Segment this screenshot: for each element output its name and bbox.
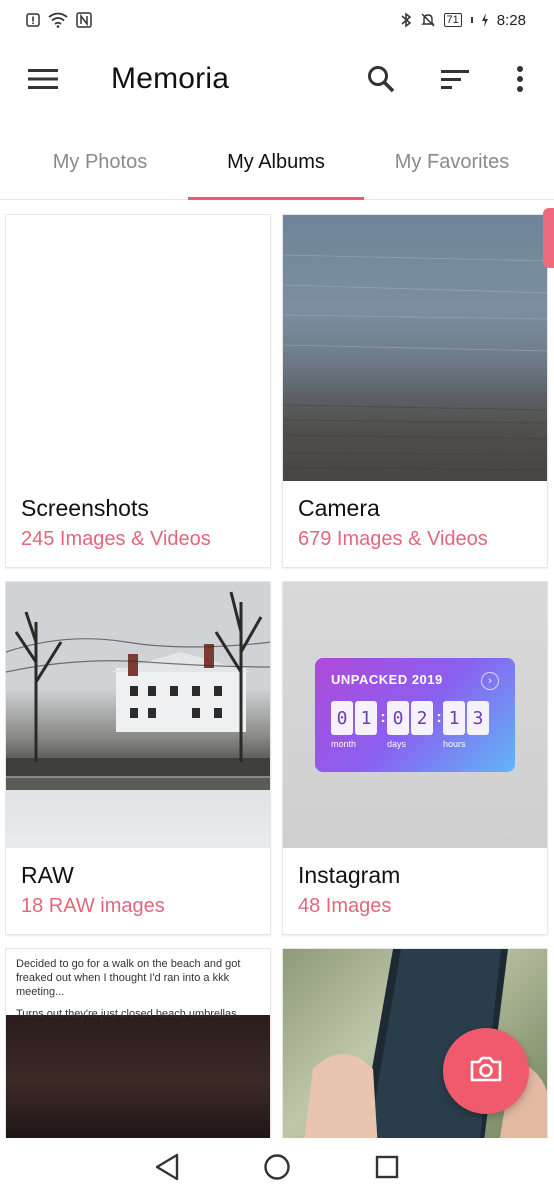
mute-bell-icon bbox=[420, 12, 436, 28]
camera-fab[interactable] bbox=[443, 1028, 529, 1114]
countdown-digit: 3 bbox=[467, 701, 489, 735]
countdown-digit: 1 bbox=[443, 701, 465, 735]
screenshot-text-thumbnail: Decided to go for a walk on the beach an… bbox=[6, 949, 270, 1020]
battery-nub bbox=[470, 17, 473, 23]
chevron-right-icon: › bbox=[481, 672, 499, 690]
tab-my-favorites[interactable]: My Favorites bbox=[364, 124, 540, 200]
thumbnail-text-line: Decided to go for a walk on the beach an… bbox=[16, 958, 241, 998]
bluetooth-icon bbox=[400, 12, 412, 28]
back-button[interactable] bbox=[147, 1149, 187, 1189]
album-card-raw[interactable]: RAW 18 RAW images bbox=[5, 581, 271, 935]
countdown-digits: 0 1 : 0 2 : 1 3 bbox=[331, 701, 499, 735]
night-photo-thumbnail bbox=[6, 1015, 270, 1138]
home-circle-icon bbox=[263, 1153, 291, 1186]
battery-indicator: 71 bbox=[443, 13, 462, 27]
wifi-icon bbox=[48, 12, 68, 28]
tab-bar: My Photos My Albums My Favorites bbox=[0, 124, 554, 200]
album-title: Screenshots bbox=[21, 495, 149, 521]
album-thumbnail bbox=[283, 215, 547, 481]
charging-icon bbox=[481, 13, 489, 27]
grass-texture bbox=[283, 254, 547, 471]
app-title: Memoria bbox=[111, 62, 230, 95]
status-left bbox=[26, 12, 92, 28]
tab-my-photos[interactable]: My Photos bbox=[12, 124, 188, 200]
unit-label: hours bbox=[443, 739, 466, 749]
more-vertical-icon bbox=[516, 65, 524, 98]
recents-button[interactable] bbox=[367, 1149, 407, 1189]
album-count: 48 Images bbox=[298, 895, 392, 917]
countdown-colon: : bbox=[380, 709, 386, 726]
album-thumbnail bbox=[6, 215, 270, 481]
recents-square-icon bbox=[375, 1155, 399, 1184]
side-scroll-tab[interactable] bbox=[543, 208, 554, 268]
unit-label: days bbox=[387, 739, 407, 749]
back-triangle-icon bbox=[154, 1153, 180, 1186]
promo-title: UNPACKED 2019 bbox=[331, 672, 443, 687]
album-title: Instagram bbox=[298, 862, 401, 888]
album-card-instagram[interactable]: UNPACKED 2019 › 0 1 : 0 2 : 1 3 month da… bbox=[282, 581, 548, 935]
album-card-camera[interactable]: Camera 679 Images & Videos bbox=[282, 214, 548, 568]
alert-icon bbox=[26, 13, 40, 27]
more-options-button[interactable] bbox=[502, 62, 538, 100]
album-thumbnail: UNPACKED 2019 › 0 1 : 0 2 : 1 3 month da… bbox=[283, 582, 547, 848]
house-scene bbox=[6, 591, 270, 790]
album-card-partial-left[interactable]: Decided to go for a walk on the beach an… bbox=[5, 948, 271, 1138]
album-info: Camera 679 Images & Videos bbox=[283, 481, 547, 566]
album-count: 18 RAW images bbox=[21, 895, 165, 917]
unit-label: month bbox=[331, 739, 357, 749]
album-count: 245 Images & Videos bbox=[21, 528, 211, 550]
countdown-digit: 1 bbox=[355, 701, 377, 735]
status-time: 8:28 bbox=[496, 11, 526, 29]
camera-icon bbox=[469, 1055, 503, 1088]
thumbnail-text-line: Turns out they're just closed beach umbr… bbox=[16, 1008, 240, 1020]
album-info: RAW 18 RAW images bbox=[6, 848, 270, 933]
home-button[interactable] bbox=[257, 1149, 297, 1189]
battery-level: 71 bbox=[446, 14, 459, 26]
album-grid: Screenshots 245 Images & Videos Camera 6… bbox=[5, 214, 549, 1138]
countdown-units: month days hours bbox=[331, 739, 499, 749]
tab-my-albums[interactable]: My Albums bbox=[188, 124, 364, 200]
album-info: Instagram 48 Images bbox=[283, 848, 547, 933]
system-nav-bar bbox=[0, 1138, 554, 1200]
status-bar: 71 8:28 bbox=[0, 0, 554, 40]
nfc-icon bbox=[76, 12, 92, 28]
album-title: Camera bbox=[298, 495, 380, 521]
album-thumbnail bbox=[6, 582, 270, 848]
status-right: 71 8:28 bbox=[400, 12, 526, 29]
sort-button[interactable] bbox=[436, 62, 474, 100]
countdown-digit: 2 bbox=[411, 701, 433, 735]
menu-icon bbox=[28, 68, 58, 95]
album-title: RAW bbox=[21, 862, 74, 888]
album-card-screenshots[interactable]: Screenshots 245 Images & Videos bbox=[5, 214, 271, 568]
app-bar: Memoria bbox=[0, 40, 554, 124]
album-count: 679 Images & Videos bbox=[298, 528, 488, 550]
album-info: Screenshots 245 Images & Videos bbox=[6, 481, 270, 566]
search-button[interactable] bbox=[362, 62, 400, 100]
unpacked-promo: UNPACKED 2019 › 0 1 : 0 2 : 1 3 month da… bbox=[315, 658, 515, 772]
sort-icon bbox=[441, 68, 469, 95]
countdown-digit: 0 bbox=[387, 701, 409, 735]
search-icon bbox=[367, 65, 395, 98]
menu-button[interactable] bbox=[24, 62, 62, 100]
countdown-digit: 0 bbox=[331, 701, 353, 735]
countdown-colon: : bbox=[436, 709, 442, 726]
